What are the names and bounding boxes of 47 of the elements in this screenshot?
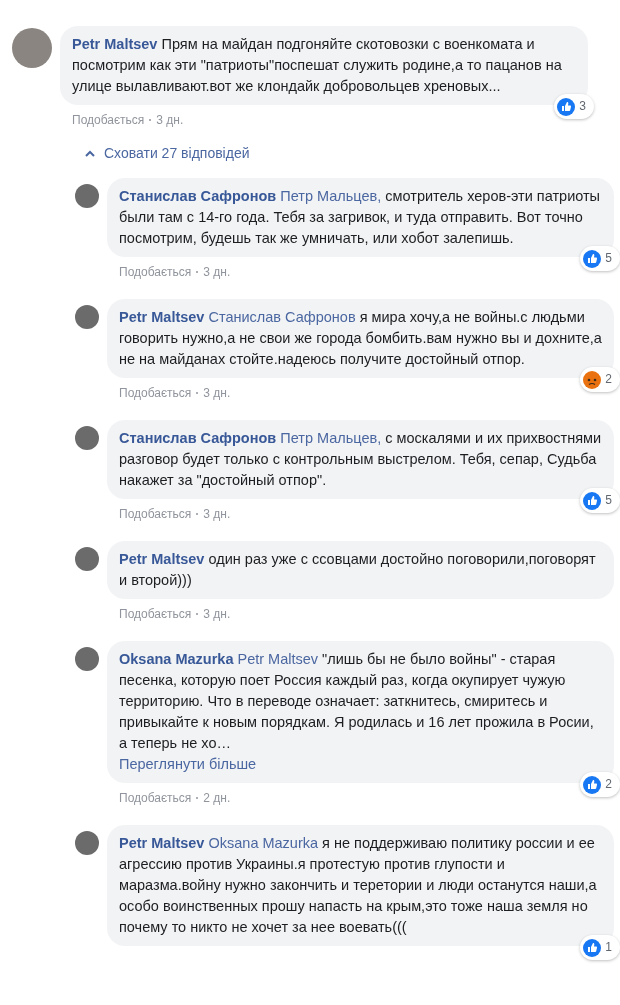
avatar[interactable]: [75, 547, 99, 571]
reaction-badge[interactable]: 3: [554, 94, 594, 119]
avatar[interactable]: [75, 426, 99, 450]
comment-text: Oksana Mazurka Petr Maltsev "лишь бы не было войны" - старая песенка, которую поет Россия каждый раз, когда окупирует чужую территорию. Что в переводе означает: заткнитесь, смиритесь и привыкайте к новым порядкам. Я родилась и 16 лет прожила в Росии, а теперь не хо…: [119, 650, 595, 753]
comment-text: Petr Maltsev Станислав Сафронов я мира хочу,а не войны.с людьми говорить нужно,а не свои же города бомбить.вам нужно вы и дохните,а не на майданах стойте.надеюсь получите достойный отпор.: [119, 308, 602, 369]
thumbs-up-icon: [583, 938, 602, 957]
comment-time[interactable]: 3 дн.: [203, 263, 231, 281]
avatar[interactable]: [75, 647, 99, 671]
comment-text: Petr Maltsev Прям на майдан подгоняйте скотовозки с военкомата и посмотрим как эти "патриоты"поспешат служить родине,а то пацанов на улице вылавливают.вот же клондайк добровольцев хреновых...: [72, 35, 563, 96]
reaction-badge[interactable]: 5: [580, 488, 620, 513]
like-link[interactable]: Подобається: [119, 384, 192, 402]
comment-text: Станислав Сафронов Петр Мальцев, смотритель херов-эти патриоты были там с 14-го года. Тебя за загривок, и туда отправить. Вот точно посмотрим, будешь так же умничать, или хобот залепишь.: [119, 187, 602, 248]
avatar[interactable]: [12, 28, 52, 68]
reaction-count: 3: [579, 98, 586, 115]
comment-text: Petr Maltsev один раз уже с ссовцами достойно поговорили,поговорят и второй))): [119, 550, 597, 590]
reaction-count: 2: [605, 776, 612, 793]
reaction-count: 5: [605, 492, 612, 509]
see-more-link[interactable]: Переглянути більше: [119, 754, 602, 775]
like-link[interactable]: Подобається: [119, 789, 192, 807]
comment-time[interactable]: 3 дн.: [156, 111, 184, 129]
thumbs-up-icon: [583, 249, 602, 268]
comment-time[interactable]: 3 дн.: [203, 505, 231, 523]
thumbs-up-icon: [583, 491, 602, 510]
avatar[interactable]: [75, 831, 99, 855]
avatar[interactable]: [75, 305, 99, 329]
like-link[interactable]: Подобається: [72, 111, 145, 129]
thumbs-up-icon: [583, 775, 602, 794]
reaction-badge[interactable]: 5: [580, 246, 620, 271]
comment-text: Станислав Сафронов Петр Мальцев, с москалями и их прихвостнями разговор будет только с контрольным выстрелом. Тебя, сепар, Судьба накажет за "достойный отпор".: [119, 429, 602, 490]
hide-replies-button[interactable]: Сховати 27 відповідей: [84, 143, 250, 164]
comment-time[interactable]: 3 дн.: [203, 605, 231, 623]
like-link[interactable]: Подобається: [119, 605, 192, 623]
thumbs-up-icon: [557, 97, 576, 116]
reaction-badge[interactable]: 2: [580, 367, 620, 392]
chevron-up-icon: [84, 149, 96, 158]
reaction-badge[interactable]: 1: [580, 935, 620, 960]
comment-text: Petr Maltsev Oksana Mazurka я не поддерживаю политику россии и ее агрессию против Украины.я протестую против глупости и маразма.войну нужно закончить и теретории и люди останутся наши,а особо воинственных прошу напасть на крым,это тоже наша земля но почему то никто не хочет за нее воевать(((: [119, 834, 598, 937]
like-link[interactable]: Подобається: [119, 505, 192, 523]
angry-face-icon: [583, 370, 602, 389]
avatar[interactable]: [75, 184, 99, 208]
reaction-badge[interactable]: 2: [580, 772, 620, 797]
reaction-count: 5: [605, 250, 612, 267]
reaction-count: 2: [605, 371, 612, 388]
comment-time[interactable]: 2 дн.: [203, 789, 231, 807]
reaction-count: 1: [605, 939, 612, 956]
like-link[interactable]: Подобається: [119, 263, 192, 281]
comment-time[interactable]: 3 дн.: [203, 384, 231, 402]
